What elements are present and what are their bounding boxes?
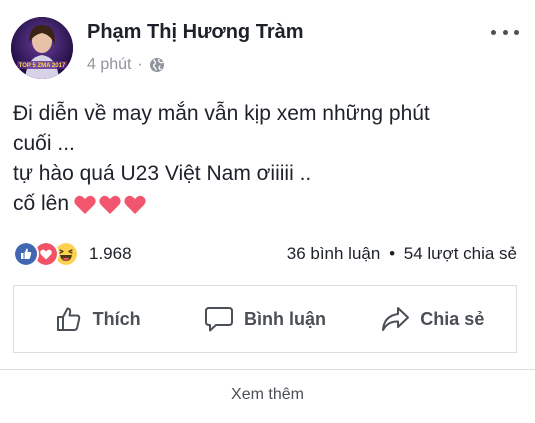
post-text-line-hearts: cố lên xyxy=(13,189,518,219)
avatar[interactable]: TOP 5 ZMA 2017 xyxy=(11,17,73,79)
more-dot xyxy=(491,29,496,35)
post-text: Đi diễn về may mắn vẫn kịp xem những phú… xyxy=(13,99,518,219)
see-more-link[interactable]: Xem thêm xyxy=(0,386,535,404)
comment-count-link[interactable]: 36 bình luận xyxy=(287,244,381,263)
share-label: Chia sẻ xyxy=(420,308,485,329)
post-meta: 4 phút · xyxy=(87,55,165,75)
divider xyxy=(0,369,535,370)
stats-bullet: • xyxy=(389,244,396,263)
post-text-line: cố lên xyxy=(13,192,70,215)
post-text-line: tự hào quá U23 Việt Nam ơiiiii .. xyxy=(13,162,312,185)
post-stats: 36 bình luận • 54 lượt chia sẻ xyxy=(287,244,517,264)
meta-separator: · xyxy=(137,56,143,73)
reaction-count: 1.968 xyxy=(89,244,132,263)
more-options-icon[interactable] xyxy=(489,22,521,42)
thumbs-up-icon xyxy=(56,307,80,331)
like-label: Thích xyxy=(92,308,141,329)
comment-button[interactable]: Bình luận xyxy=(181,286,348,352)
globe-icon xyxy=(149,57,165,73)
heart-icon xyxy=(99,196,121,215)
like-button[interactable]: Thích xyxy=(14,286,181,352)
share-count-link[interactable]: 54 lượt chia sẻ xyxy=(404,244,517,263)
share-arrow-icon xyxy=(382,307,410,331)
facebook-post: TOP 5 ZMA 2017 Phạm Thị Hương Tràm 4 phú… xyxy=(0,0,535,423)
comment-label: Bình luận xyxy=(243,308,326,329)
author-name[interactable]: Phạm Thị Hương Tràm xyxy=(87,21,304,44)
share-button[interactable]: Chia sẻ xyxy=(349,286,516,352)
more-dot xyxy=(514,29,519,35)
svg-text:TOP 5 ZMA 2017: TOP 5 ZMA 2017 xyxy=(19,63,66,69)
avatar-image: TOP 5 ZMA 2017 xyxy=(11,17,73,79)
post-time[interactable]: 4 phút xyxy=(87,56,131,74)
hearts-emoji xyxy=(73,193,148,215)
more-dot xyxy=(502,29,508,35)
heart-icon xyxy=(124,196,146,215)
like-reaction-icon xyxy=(13,241,39,267)
post-text-line: Đi diễn về may mắn vẫn kịp xem những phú… xyxy=(13,102,430,125)
reactions-summary[interactable]: 1.968 xyxy=(13,241,132,267)
post-text-line: cuối ... xyxy=(13,132,75,155)
comment-icon xyxy=(204,307,233,332)
heart-icon xyxy=(74,196,96,215)
action-bar: Thích Bình luận Chia sẻ xyxy=(13,285,517,353)
